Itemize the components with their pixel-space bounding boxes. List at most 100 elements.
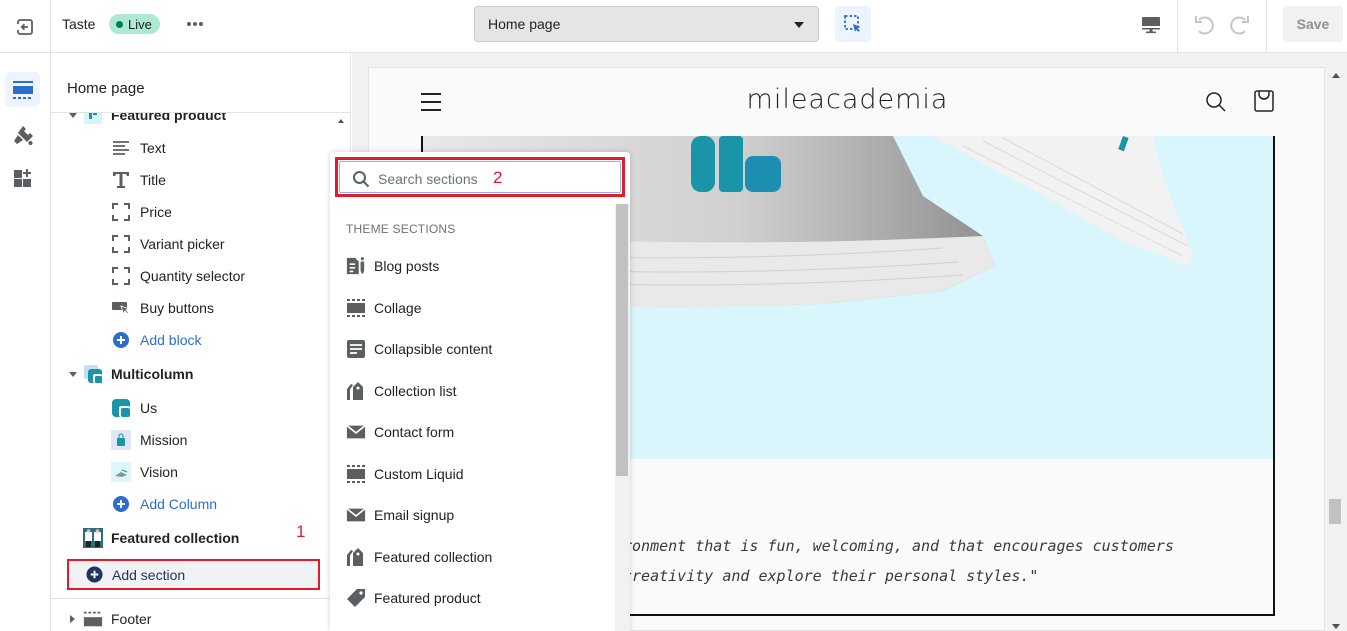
redo-button[interactable] [1224, 9, 1256, 41]
section-option-contact-form[interactable]: Contact form [330, 414, 615, 450]
search-sections-field[interactable]: 2 [339, 161, 621, 193]
scrollbar-thumb[interactable] [616, 204, 628, 476]
caret-down-icon [794, 22, 804, 28]
dot-icon [199, 22, 203, 26]
collection-tag-icon [346, 381, 366, 401]
blog-icon [346, 256, 366, 276]
custom-liquid-icon [346, 464, 366, 484]
search-sections-highlight: 2 [335, 157, 625, 197]
section-option-custom-liquid[interactable]: Custom Liquid [330, 456, 615, 492]
expand-toggle-icon[interactable] [69, 113, 77, 118]
save-button[interactable]: Save [1283, 6, 1343, 42]
tree-label: Title [140, 172, 166, 188]
section-option-collage[interactable]: Collage [330, 290, 615, 326]
top-bar: Taste Live Home page Save [0, 0, 1347, 53]
tree-section-featured-product[interactable]: Featured product [51, 113, 341, 130]
mission-thumbnail-icon [111, 430, 131, 450]
tree-block-price[interactable]: Price [51, 197, 341, 227]
theme-settings-tab[interactable] [5, 117, 40, 152]
search-sections-input[interactable] [378, 169, 488, 189]
add-section-button[interactable]: Add section [67, 559, 320, 590]
preview-scrollbar[interactable] [1327, 67, 1344, 631]
section-option-collection-list[interactable]: Collection list [330, 373, 615, 409]
section-option-label: Contact form [374, 424, 455, 440]
vision-thumbnail-icon [111, 462, 131, 482]
tree-section-footer[interactable]: Footer [51, 604, 341, 631]
tree-section-multicolumn[interactable]: Multicolumn [51, 359, 341, 389]
section-option-blog-posts[interactable]: Blog posts [330, 248, 615, 284]
logo-thumbnail-icon [111, 398, 131, 418]
theme-sections-heading: THEME SECTIONS [346, 222, 456, 236]
divider [1266, 0, 1267, 53]
tag-icon [346, 588, 366, 608]
plus-circle-icon [86, 566, 103, 583]
collection-tag-icon [346, 547, 366, 567]
tree-block-quantity-selector[interactable]: Quantity selector [51, 261, 341, 291]
section-option-collapsible-content[interactable]: Collapsible content [330, 331, 615, 367]
tree-label: Featured collection [111, 530, 240, 546]
status-badge: Live [109, 14, 160, 34]
undo-button[interactable] [1188, 9, 1220, 41]
expand-toggle-icon[interactable] [70, 615, 75, 623]
page-selector-value: Home page [488, 16, 561, 32]
footer-section-icon [83, 609, 103, 629]
tree-label: Price [140, 204, 172, 220]
section-option-label: Featured collection [374, 549, 493, 565]
dashed-frame-icon [111, 202, 131, 222]
tree-label: Multicolumn [111, 366, 194, 382]
tree-label: Us [140, 400, 158, 416]
sections-sidebar: Home page Featured product Text Title Pr… [51, 53, 351, 631]
plus-circle-icon [111, 494, 131, 514]
apps-add-icon [13, 168, 31, 187]
add-section-label: Add section [112, 567, 186, 583]
collection-thumbnail-icon [83, 528, 103, 548]
text-lines-icon [111, 138, 131, 158]
tree-label: Quantity selector [140, 268, 246, 284]
section-tree: Featured product Text Title Price Varian… [51, 113, 350, 631]
select-cursor-icon [844, 15, 861, 32]
tree-block-us[interactable]: Us [51, 393, 341, 423]
more-actions-button[interactable] [183, 14, 207, 34]
add-block-button[interactable]: Add block [51, 325, 341, 355]
tree-block-title[interactable]: Title [51, 165, 341, 195]
tree-block-buy-buttons[interactable]: Buy buttons [51, 293, 341, 323]
scrollbar-thumb[interactable] [1329, 499, 1341, 524]
desktop-preview-button[interactable] [1133, 9, 1169, 41]
envelope-icon [346, 505, 366, 525]
inspector-toggle-button[interactable] [835, 6, 871, 42]
store-logo[interactable]: mileacademia [369, 84, 1324, 115]
section-option-label: Email signup [374, 507, 455, 523]
scroll-down-arrow[interactable] [1332, 624, 1340, 629]
store-search-icon[interactable] [1205, 91, 1227, 118]
page-selector[interactable]: Home page [474, 6, 819, 42]
divider [1177, 0, 1178, 53]
store-header: mileacademia [369, 68, 1324, 136]
tree-block-mission[interactable]: Mission [51, 425, 341, 455]
exit-button[interactable] [0, 0, 51, 53]
tree-label: Vision [140, 464, 178, 480]
section-option-featured-collection[interactable]: Featured collection [330, 539, 615, 575]
cart-icon[interactable] [1253, 89, 1275, 118]
tree-label: Buy buttons [140, 300, 214, 316]
tree-block-variant-picker[interactable]: Variant picker [51, 229, 341, 259]
section-option-email-signup[interactable]: Email signup [330, 497, 615, 533]
expand-toggle-icon[interactable] [69, 372, 77, 377]
tree-label: Mission [140, 432, 188, 448]
tree-label: Variant picker [140, 236, 225, 252]
section-option-featured-product[interactable]: Featured product [330, 580, 615, 616]
status-badge-label: Live [128, 16, 152, 32]
scroll-up-arrow[interactable] [1332, 73, 1340, 78]
popover-scrollbar[interactable] [615, 204, 630, 631]
theme-name: Taste [62, 16, 96, 32]
multicolumn-thumbnail-icon [83, 364, 103, 384]
sections-tab[interactable] [5, 72, 40, 107]
section-option-label: Blog posts [374, 258, 440, 274]
add-column-button[interactable]: Add Column [51, 489, 341, 519]
tree-block-vision[interactable]: Vision [51, 457, 341, 487]
exit-icon [16, 18, 33, 35]
sidebar-title: Home page [67, 80, 145, 97]
app-embeds-tab[interactable] [5, 160, 40, 195]
sections-icon [12, 80, 33, 99]
tree-block-text[interactable]: Text [51, 133, 341, 163]
section-list: THEME SECTIONS Blog posts Collage Collap… [330, 204, 615, 631]
